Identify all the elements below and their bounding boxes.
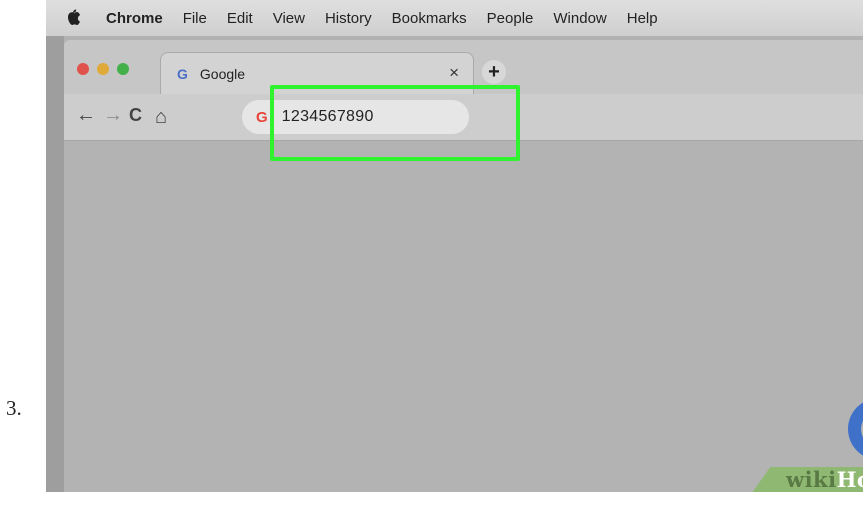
mac-menubar: Chrome File Edit View History Bookmarks … (46, 0, 863, 36)
google-favicon-icon: G (177, 66, 188, 82)
menu-bookmarks[interactable]: Bookmarks (392, 10, 467, 27)
menu-chrome[interactable]: Chrome (106, 10, 163, 27)
menu-help[interactable]: Help (627, 10, 658, 27)
apple-logo-icon[interactable] (66, 9, 82, 27)
wikihow-watermark: wikiHow (786, 467, 863, 492)
menu-history[interactable]: History (325, 10, 372, 27)
watermark-wiki: wiki (786, 467, 837, 492)
tab-title: Google (199, 66, 246, 82)
step-number: 3. (6, 396, 22, 420)
reload-icon[interactable]: C (129, 105, 142, 126)
close-window-button[interactable] (77, 63, 89, 75)
menu-window[interactable]: Window (553, 10, 606, 27)
screenshot-frame: Chrome File Edit View History Bookmarks … (46, 0, 863, 492)
left-edge (46, 0, 64, 492)
back-arrow-icon[interactable]: ← (76, 104, 96, 127)
forward-arrow-icon[interactable]: → (103, 104, 123, 127)
menu-edit[interactable]: Edit (227, 10, 253, 27)
page-content (64, 141, 863, 492)
minimize-window-button[interactable] (97, 63, 109, 75)
menu-file[interactable]: File (183, 10, 207, 27)
home-icon[interactable]: ⌂ (155, 106, 167, 129)
maximize-window-button[interactable] (117, 63, 129, 75)
close-tab-icon[interactable]: × (449, 63, 459, 83)
menu-view[interactable]: View (273, 10, 305, 27)
google-g-icon: G (256, 108, 268, 126)
new-tab-button[interactable]: + (482, 60, 506, 84)
watermark-how: How (836, 467, 863, 492)
green-highlight-box (270, 85, 520, 161)
menu-people[interactable]: People (487, 10, 534, 27)
